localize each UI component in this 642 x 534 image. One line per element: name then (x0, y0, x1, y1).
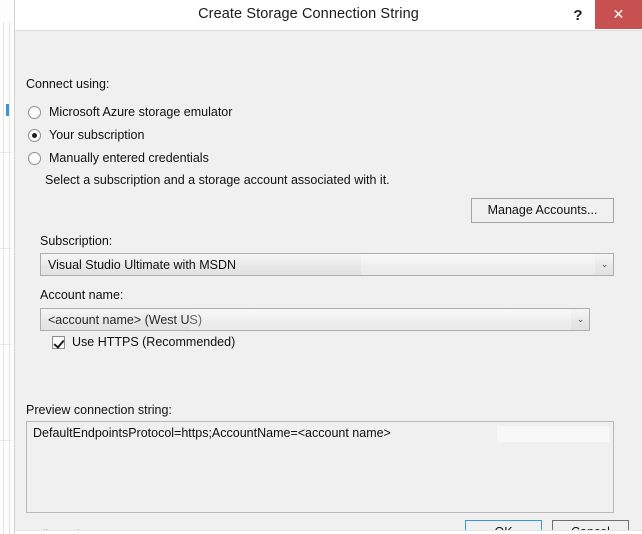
subscription-hint-text: Select a subscription and a storage acco… (45, 173, 390, 187)
background-divider (0, 440, 12, 441)
account-name-label: Account name: (40, 288, 124, 302)
dialog-title: Create Storage Connection String (198, 6, 419, 22)
radio-option-your-subscription[interactable]: Your subscription (28, 126, 144, 144)
radio-option-storage-emulator[interactable]: Microsoft Azure storage emulator (28, 103, 232, 121)
background-window-sliver (0, 0, 14, 534)
background-edge-line (3, 22, 4, 534)
dialog-bottom-edge (15, 530, 642, 534)
radio-indicator-selected (28, 128, 41, 142)
radio-indicator-unselected (28, 151, 41, 165)
close-icon[interactable]: ✕ (595, 0, 642, 29)
use-https-label: Use HTTPS (Recommended) (72, 335, 236, 349)
radio-label-storage-emulator: Microsoft Azure storage emulator (49, 105, 233, 119)
title-bar: Create Storage Connection String ? ✕ (15, 0, 642, 30)
screen: Create Storage Connection String ? ✕ Con… (0, 0, 642, 534)
subscription-dropdown[interactable]: Visual Studio Ultimate with MSDN ⌄ (40, 253, 614, 276)
background-divider (0, 344, 12, 345)
use-https-checkbox[interactable]: Use HTTPS (Recommended) (52, 335, 235, 349)
subscription-label: Subscription: (40, 234, 113, 248)
radio-option-manual-credentials[interactable]: Manually entered credentials (28, 149, 209, 167)
subscription-selected-value: Visual Studio Ultimate with MSDN (48, 257, 237, 272)
manage-accounts-button[interactable]: Manage Accounts... (471, 198, 614, 223)
background-accent-marker (6, 104, 9, 116)
radio-label-manual-credentials: Manually entered credentials (49, 151, 209, 165)
preview-connection-string-value: DefaultEndpointsProtocol=https;AccountNa… (33, 426, 391, 440)
create-storage-connection-string-dialog: Create Storage Connection String ? ✕ Con… (14, 0, 642, 534)
account-name-dropdown[interactable]: <account name> (West US) ⌄ (40, 308, 590, 331)
connect-using-label: Connect using: (26, 77, 110, 91)
background-divider (0, 248, 12, 249)
help-icon[interactable]: ? (563, 0, 593, 30)
chevron-down-icon: ⌄ (600, 259, 609, 269)
preview-connection-string-label: Preview connection string: (26, 403, 172, 417)
background-divider (0, 152, 12, 153)
preview-overlay-artifact (497, 426, 609, 442)
account-name-selected-value: <account name> (West US) (48, 312, 203, 327)
checkbox-indicator-checked (52, 335, 65, 349)
preview-connection-string-box[interactable]: DefaultEndpointsProtocol=https;AccountNa… (26, 421, 614, 513)
background-edge-line (9, 22, 10, 534)
dialog-body: Connect using: Microsoft Azure storage e… (15, 30, 642, 534)
radio-label-your-subscription: Your subscription (49, 128, 145, 142)
radio-indicator-unselected (28, 105, 41, 119)
footer-separator (15, 519, 642, 520)
chevron-down-icon: ⌄ (576, 314, 585, 324)
